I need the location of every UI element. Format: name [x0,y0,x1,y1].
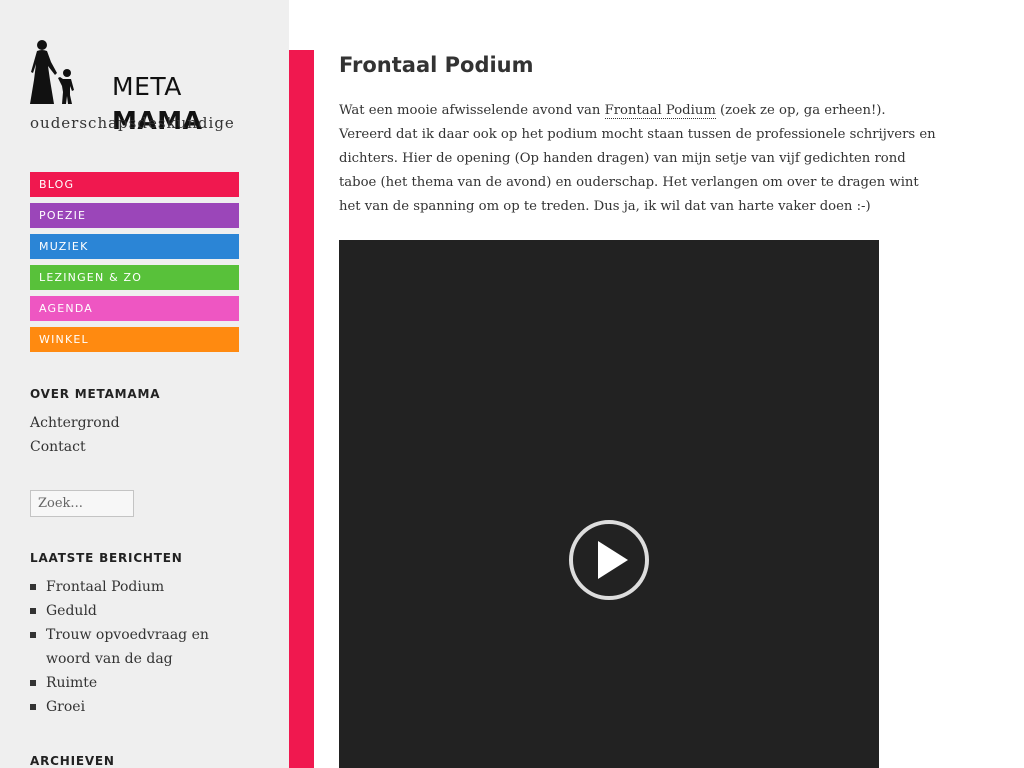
post-text-intro: Wat een mooie afwisselende avond van [339,103,605,118]
search-input[interactable] [30,490,134,517]
sidebar: META MAMA ouderschapsdeskundige BLOG POE… [0,0,289,768]
nav-item-winkel[interactable]: WINKEL [30,327,239,352]
nav-item-poezie[interactable]: POEZIE [30,203,239,228]
archive-widget-title: ARCHIEVEN [30,754,115,768]
nav-item-agenda[interactable]: AGENDA [30,296,239,321]
list-item: Frontaal Podium [30,575,240,599]
logo-meta: META [112,72,182,101]
list-item: Ruimte [30,671,240,695]
recent-post-link[interactable]: Trouw opvoedvraag en woord van de dag [46,627,209,667]
recent-post-link[interactable]: Groei [46,699,85,715]
recent-post-link[interactable]: Ruimte [46,675,97,691]
recent-posts-list: Frontaal Podium Geduld Trouw opvoedvraag… [30,575,240,719]
recent-post-link[interactable]: Geduld [46,603,97,619]
accent-bar [289,50,314,768]
site-tagline: ouderschapsdeskundige [30,114,235,132]
about-link-contact[interactable]: Contact [30,435,120,459]
mother-child-silhouette-icon [30,40,74,104]
about-link-achtergrond[interactable]: Achtergrond [30,411,120,435]
about-widget-title: OVER METAMAMA [30,387,161,401]
nav-item-muziek[interactable]: MUZIEK [30,234,239,259]
site-logo[interactable]: META MAMA [30,40,240,135]
list-item: Groei [30,695,240,719]
play-icon[interactable] [568,519,650,601]
post-title: Frontaal Podium [339,53,534,77]
nav-item-blog[interactable]: BLOG [30,172,239,197]
list-item: Trouw opvoedvraag en woord van de dag [30,623,240,671]
post-text-rest: (zoek ze op, ga erheen!). Vereerd dat ik… [339,103,936,214]
recent-post-link[interactable]: Frontaal Podium [46,579,164,595]
recent-posts-title: LAATSTE BERICHTEN [30,551,183,565]
about-links: Achtergrond Contact [30,411,120,459]
nav-item-lezingen[interactable]: LEZINGEN & ZO [30,265,239,290]
main-nav: BLOG POEZIE MUZIEK LEZINGEN & ZO AGENDA … [30,172,239,358]
video-player[interactable] [339,240,879,768]
frontaal-podium-link[interactable]: Frontaal Podium [604,103,716,119]
post-body: Wat een mooie afwisselende avond van Fro… [339,99,939,219]
list-item: Geduld [30,599,240,623]
